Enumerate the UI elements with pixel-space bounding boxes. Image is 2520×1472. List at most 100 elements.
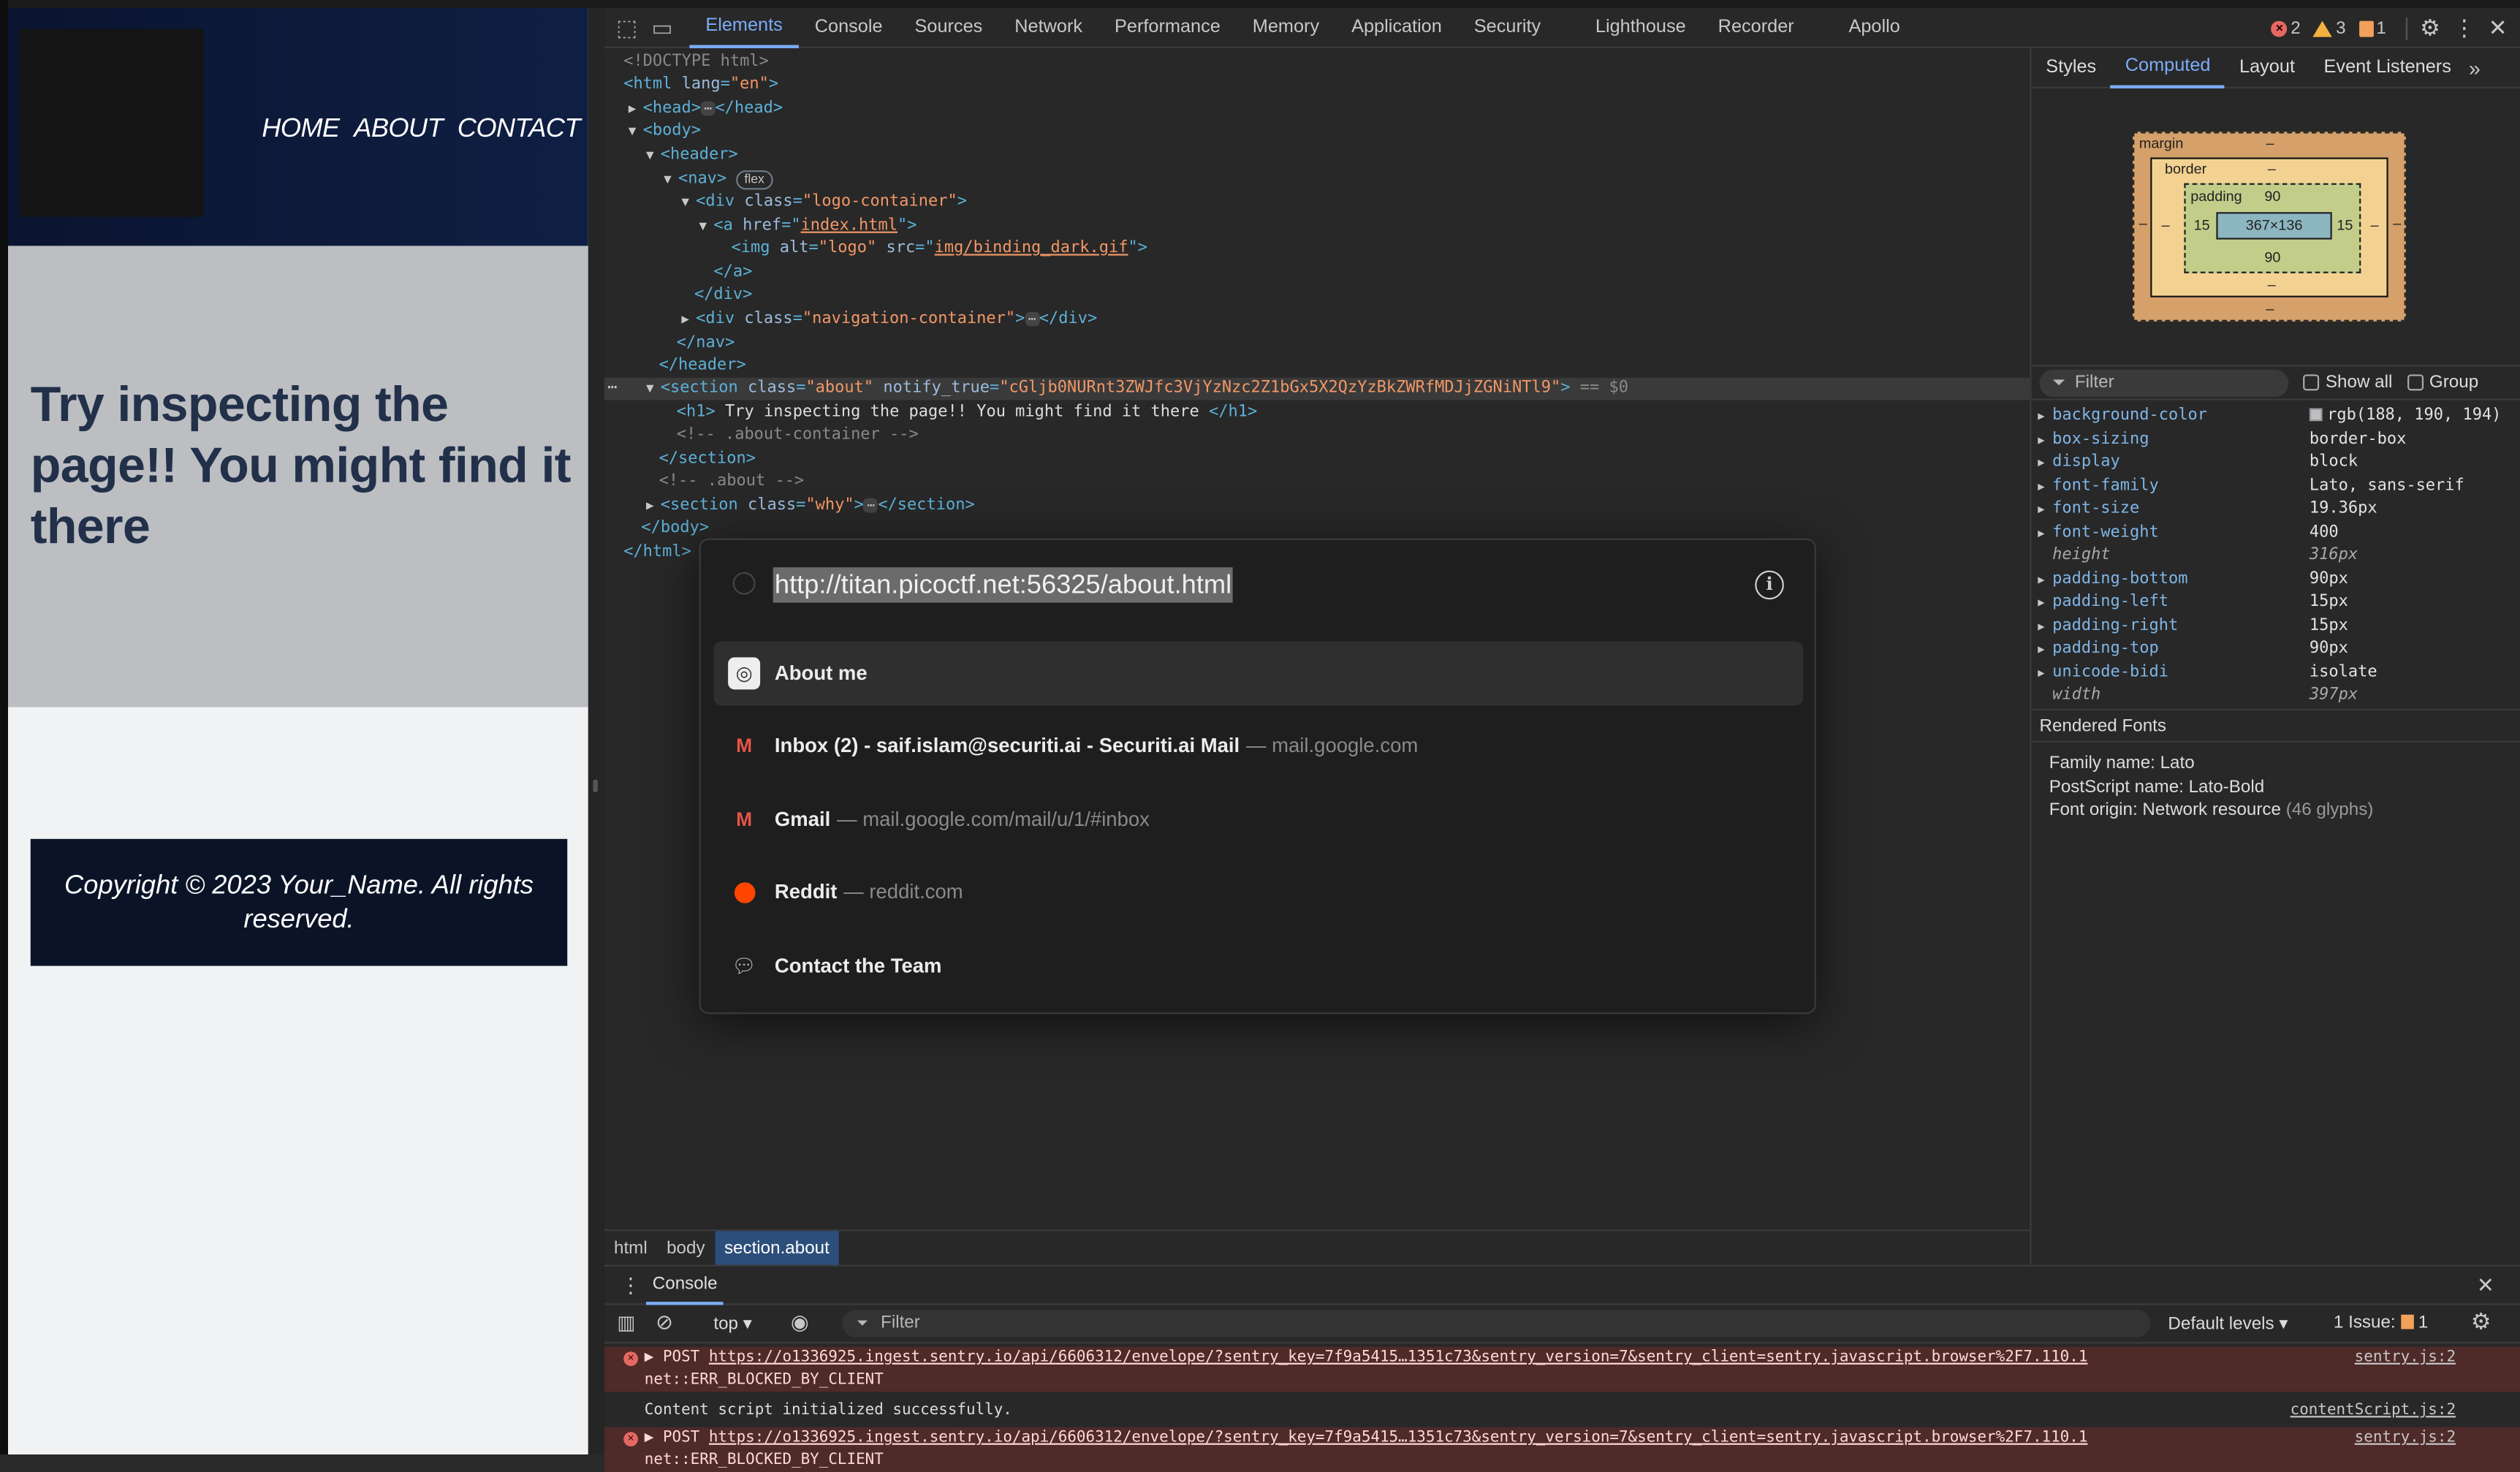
- dom-line[interactable]: </a>: [713, 262, 752, 284]
- nav-contact-link[interactable]: CONTACT: [458, 114, 581, 145]
- collapse-triangle-icon[interactable]: ▼: [646, 145, 661, 167]
- dom-line[interactable]: ▼ <a href="index.html">: [699, 216, 917, 238]
- tab-event-listeners[interactable]: Event Listeners: [2310, 48, 2466, 88]
- tab-console[interactable]: Console: [799, 7, 899, 48]
- ellipsis-icon[interactable]: ⋯: [701, 101, 716, 116]
- console-error-message[interactable]: × ▶ POST https://o1336925.ingest.sentry.i…: [604, 1346, 2520, 1370]
- tab-performance[interactable]: Performance: [1098, 7, 1237, 48]
- dom-line[interactable]: <img alt="logo" src="img/binding_dark.gi…: [732, 238, 1147, 260]
- dom-line[interactable]: ▼ <div class="logo-container">: [681, 191, 967, 214]
- computed-property[interactable]: ▶ display block: [2032, 452, 2520, 475]
- collapse-triangle-icon[interactable]: ▼: [681, 191, 696, 214]
- computed-property[interactable]: ▶ font-weight 400: [2032, 522, 2520, 545]
- message-source-link[interactable]: sentry.js:2: [2355, 1427, 2456, 1450]
- sidebar-toggle-icon[interactable]: ▥: [617, 1311, 635, 1334]
- dom-line[interactable]: ▼ <nav> flex: [664, 169, 773, 191]
- computed-property[interactable]: ▶ padding-right 15px: [2032, 615, 2520, 638]
- splitter-handle[interactable]: [593, 779, 599, 793]
- nav-about-link[interactable]: ABOUT: [354, 114, 443, 145]
- dom-line[interactable]: ▼ <body>: [629, 121, 701, 143]
- console-settings-gear-icon[interactable]: ⚙: [2471, 1308, 2491, 1335]
- computed-property[interactable]: ▶ unicode-bidi isolate: [2032, 661, 2520, 685]
- warning-count-badge[interactable]: 3: [2313, 18, 2346, 38]
- group-checkbox[interactable]: [2407, 374, 2424, 391]
- breadcrumb-html[interactable]: html: [604, 1230, 657, 1265]
- tab-elements[interactable]: Elements: [689, 7, 799, 48]
- expand-triangle-icon[interactable]: ▶: [2038, 522, 2044, 545]
- expand-triangle-icon[interactable]: ▶: [2038, 568, 2044, 591]
- dom-line[interactable]: </html>: [623, 542, 691, 564]
- computed-property[interactable]: ▶ box-sizing border-box: [2032, 428, 2520, 452]
- log-levels-dropdown[interactable]: Default levels ▾: [2168, 1313, 2288, 1334]
- expand-triangle-icon[interactable]: ▶: [2038, 428, 2044, 452]
- flex-badge[interactable]: flex: [736, 170, 773, 190]
- collapse-triangle-icon[interactable]: ▼: [646, 378, 661, 401]
- tab-memory[interactable]: Memory: [1237, 7, 1335, 48]
- computed-filter-input[interactable]: ⏷ Filter: [2039, 368, 2289, 397]
- tab-application[interactable]: Application: [1335, 7, 1458, 48]
- collapse-triangle-icon[interactable]: ▼: [664, 169, 678, 191]
- suggestion-item[interactable]: ◎ About me: [713, 641, 1804, 706]
- error-count-badge[interactable]: × 2: [2271, 18, 2301, 38]
- dom-line[interactable]: </body>: [641, 517, 709, 540]
- dom-line[interactable]: <html lang="en">: [623, 74, 778, 96]
- expand-triangle-icon[interactable]: ▶: [2038, 615, 2044, 638]
- computed-property[interactable]: height 316px: [2032, 545, 2520, 568]
- suggestion-item[interactable]: M Gmail — mail.google.com/mail/u/1/#inbox: [713, 787, 1803, 851]
- tab-network[interactable]: Network: [998, 7, 1098, 48]
- dom-line[interactable]: <!DOCTYPE html>: [623, 51, 769, 74]
- settings-gear-icon[interactable]: ⚙: [2420, 15, 2440, 42]
- expand-triangle-icon[interactable]: ▶: [681, 308, 696, 331]
- computed-property[interactable]: ▶ padding-bottom 90px: [2032, 568, 2520, 591]
- console-filter-input[interactable]: ⏷ Filter: [842, 1310, 2151, 1338]
- expand-triangle-icon[interactable]: ▶: [2038, 452, 2044, 475]
- drawer-menu-icon[interactable]: ⋮: [620, 1273, 642, 1299]
- expand-triangle-icon[interactable]: ▶: [629, 98, 643, 121]
- dom-line-selected[interactable]: ▼ <section class="about" notify_true="cGl…: [646, 378, 1628, 401]
- tab-computed[interactable]: Computed: [2110, 48, 2225, 88]
- message-source-link[interactable]: contentScript.js:2: [2291, 1397, 2456, 1424]
- tab-recorder[interactable]: Recorder: [1702, 7, 1810, 48]
- more-actions-icon[interactable]: ⋯: [607, 378, 617, 401]
- console-error-message[interactable]: × ▶ POST https://o1336925.ingest.sentry.i…: [604, 1427, 2520, 1450]
- src-link[interactable]: img/binding_dark.gif: [935, 240, 1128, 257]
- expand-triangle-icon[interactable]: ▶: [2038, 591, 2044, 615]
- dom-comment[interactable]: <!-- .about -->: [659, 471, 805, 493]
- suggestion-item[interactable]: M Inbox (2) - saif.islam@securiti.ai - S…: [713, 713, 1803, 778]
- dom-line[interactable]: </nav>: [677, 333, 735, 355]
- dom-line[interactable]: </header>: [659, 355, 746, 378]
- breadcrumb-body[interactable]: body: [657, 1230, 715, 1265]
- close-drawer-icon[interactable]: ✕: [2477, 1273, 2494, 1299]
- expand-triangle-icon[interactable]: ▶: [2038, 498, 2044, 522]
- clear-console-icon[interactable]: ⊘: [656, 1310, 673, 1335]
- close-devtools-icon[interactable]: ✕: [2489, 15, 2508, 42]
- dom-line[interactable]: </div>: [694, 284, 752, 307]
- color-swatch[interactable]: [2309, 408, 2323, 422]
- request-url-link[interactable]: https://o1336925.ingest.sentry.io/api/66…: [709, 1348, 2088, 1366]
- info-icon[interactable]: i: [1755, 570, 1784, 600]
- tab-lighthouse[interactable]: Lighthouse: [1579, 7, 1702, 48]
- dom-line[interactable]: ▶ <section class="why"> ⋯ </section>: [646, 495, 975, 517]
- dom-comment[interactable]: <!-- .about-container -->: [677, 425, 919, 447]
- computed-property[interactable]: ▶ font-family Lato, sans-serif: [2032, 475, 2520, 498]
- ellipsis-icon[interactable]: ⋯: [863, 498, 878, 513]
- collapse-triangle-icon[interactable]: ▼: [629, 121, 643, 143]
- issues-summary[interactable]: 1 Issue: 1: [2334, 1313, 2428, 1332]
- notify-attr-value[interactable]: "cGljb0NURnt3ZWJfc3VjYzNzc2Z1bGx5X2QzYzB…: [999, 379, 1560, 397]
- expand-triangle-icon[interactable]: ▶: [2038, 661, 2044, 685]
- ellipsis-icon[interactable]: ⋯: [1025, 311, 1039, 327]
- expand-triangle-icon[interactable]: ▶: [2038, 475, 2044, 498]
- live-expression-eye-icon[interactable]: ◉: [791, 1310, 809, 1335]
- dom-line[interactable]: </section>: [659, 448, 756, 471]
- inspect-element-icon[interactable]: ⬚: [609, 10, 644, 45]
- expand-triangle-icon[interactable]: ▶: [2038, 638, 2044, 661]
- message-source-link[interactable]: sentry.js:2: [2355, 1347, 2456, 1370]
- site-logo[interactable]: [19, 29, 205, 217]
- tab-layout[interactable]: Layout: [2225, 48, 2310, 88]
- drawer-tab-console[interactable]: Console: [645, 1266, 724, 1305]
- expand-triangle-icon[interactable]: ▶: [646, 495, 661, 517]
- issue-count-badge[interactable]: 1: [2358, 18, 2386, 38]
- computed-property[interactable]: ▶ padding-left 15px: [2032, 591, 2520, 615]
- context-selector[interactable]: top ▾: [713, 1313, 752, 1334]
- computed-property[interactable]: ▶ padding-top 90px: [2032, 638, 2520, 661]
